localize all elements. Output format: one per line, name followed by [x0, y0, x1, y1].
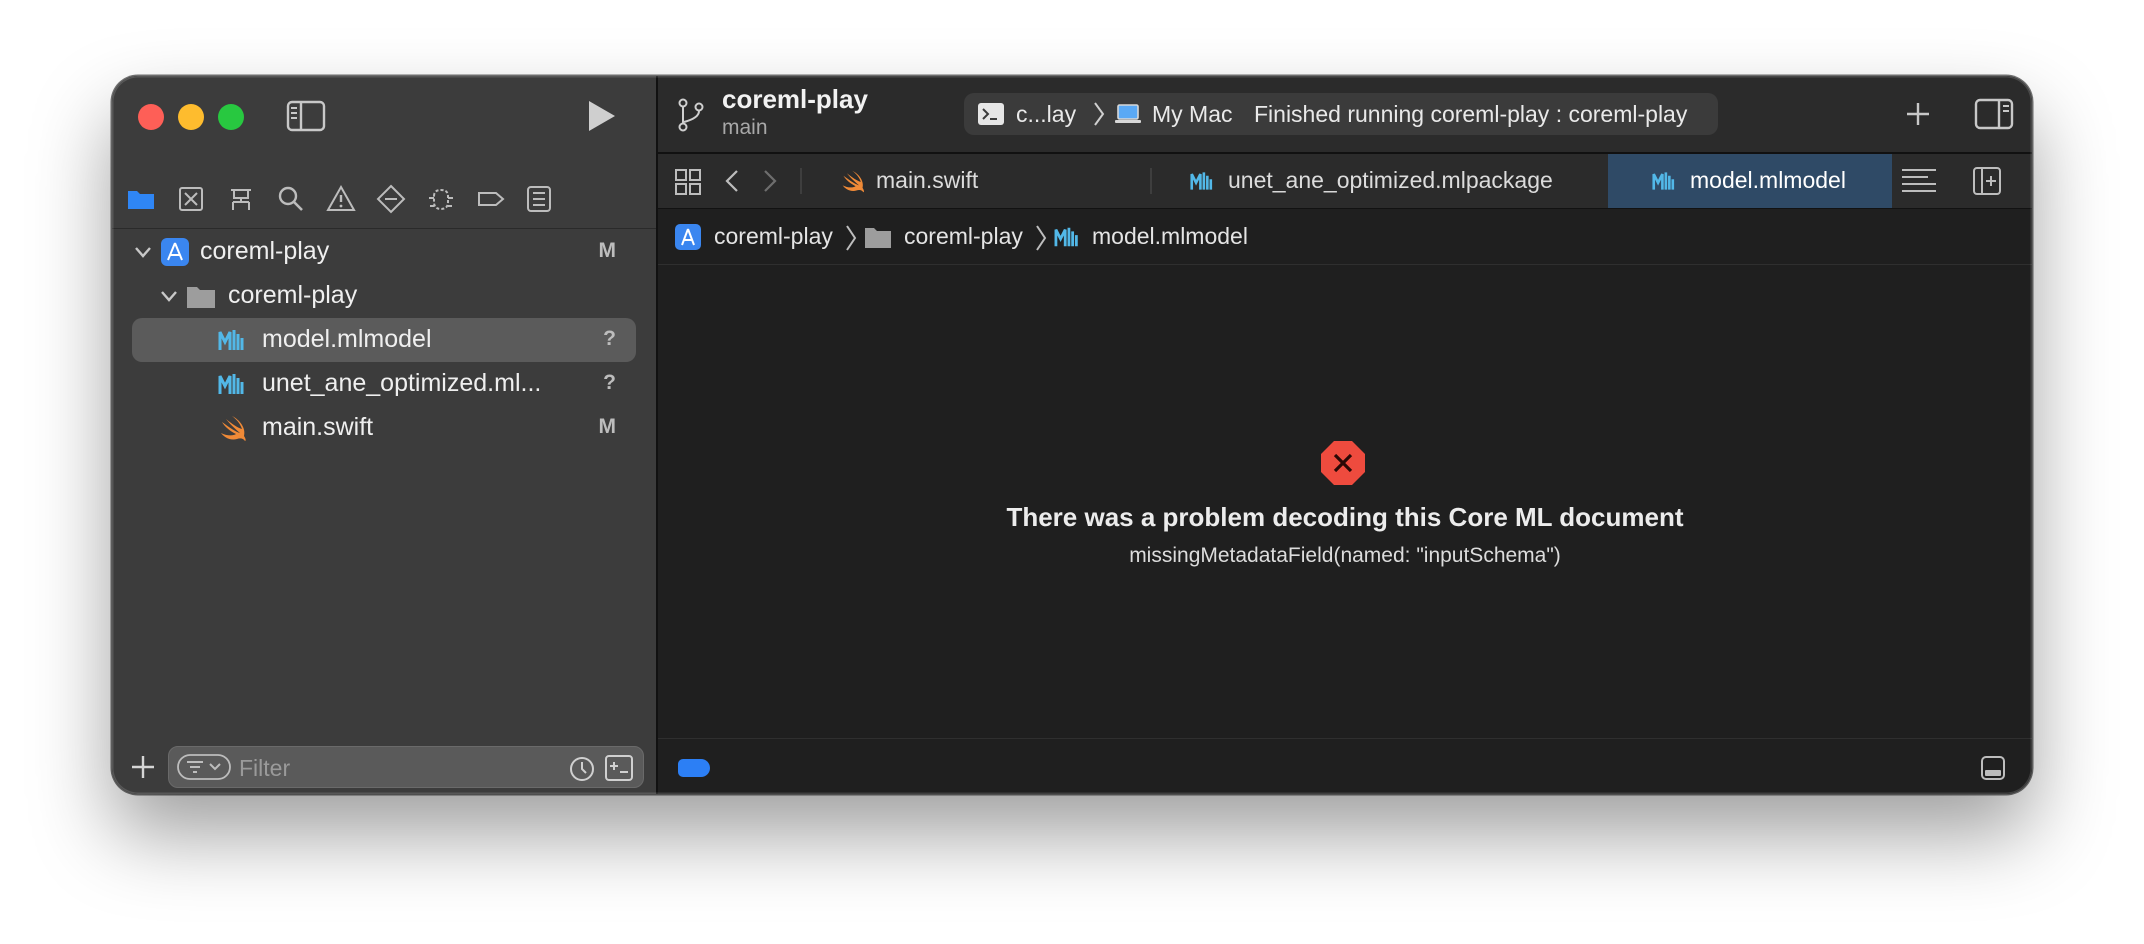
- editor-content: There was a problem decoding this Core M…: [658, 266, 2032, 738]
- chevron-right-icon: [1036, 225, 1047, 251]
- test-icon[interactable]: [376, 184, 406, 214]
- tree-item-project[interactable]: coreml-play M: [132, 230, 636, 274]
- error-icon: [1321, 441, 1365, 485]
- folder-icon[interactable]: [126, 184, 156, 214]
- mlpackage-icon: [1190, 172, 1213, 190]
- scheme-selector[interactable]: c...lay: [1016, 101, 1076, 128]
- navigator-selector-bar: [112, 168, 656, 229]
- app-project-icon: [675, 224, 701, 250]
- chevron-left-icon[interactable]: [722, 168, 742, 194]
- swift-icon: [842, 170, 864, 193]
- debug-icon[interactable]: [426, 184, 456, 214]
- tree-item-label: model.mlmodel: [262, 325, 432, 353]
- chevron-right-icon[interactable]: [760, 168, 780, 194]
- terminal-icon: [978, 103, 1004, 125]
- folder-icon: [865, 228, 891, 248]
- navigator-sidebar: coreml-play M coreml-play model.mlmodel …: [112, 76, 658, 794]
- editor-tab-bar: main.swift unet_ane_optimized.mlpackage …: [658, 154, 2032, 209]
- sidebar-toggle-icon[interactable]: [286, 100, 326, 132]
- branch-icon: [678, 98, 704, 132]
- inspector-toggle-icon[interactable]: [1974, 98, 2014, 130]
- source-control-filter-icon[interactable]: [605, 755, 633, 781]
- scm-status-badge: ?: [603, 371, 616, 394]
- jump-bar-file[interactable]: model.mlmodel: [1092, 223, 1248, 250]
- tree-item-model-mlmodel[interactable]: model.mlmodel ?: [132, 318, 636, 362]
- tab-label: unet_ane_optimized.mlpackage: [1228, 167, 1553, 193]
- mlmodel-icon: [218, 330, 244, 350]
- tab-model-mlmodel[interactable]: model.mlmodel: [1608, 154, 1892, 208]
- mlmodel-icon: [1652, 172, 1675, 190]
- related-items-icon[interactable]: [674, 168, 702, 196]
- navigator-filter-bar: [112, 734, 656, 794]
- recent-files-icon[interactable]: [569, 756, 595, 782]
- tree-item-label: main.swift: [262, 413, 374, 441]
- report-icon[interactable]: [524, 184, 554, 214]
- issue-icon[interactable]: [326, 184, 356, 214]
- zoom-window-button[interactable]: [218, 104, 244, 130]
- run-icon[interactable]: [584, 98, 618, 134]
- xcode-window: coreml-play M coreml-play model.mlmodel …: [112, 76, 2032, 794]
- source-control-icon[interactable]: [176, 184, 206, 214]
- mlpackage-icon: [218, 374, 244, 394]
- chevron-down-icon[interactable]: [158, 285, 180, 307]
- tree-item-unet-mlpackage[interactable]: unet_ane_optimized.ml... ?: [132, 362, 636, 406]
- tab-label: main.swift: [876, 167, 979, 193]
- filter-input[interactable]: [237, 751, 541, 785]
- activity-status-text: Finished running coreml-play : coreml-pl…: [1254, 101, 1688, 127]
- activity-view[interactable]: c...lay My Mac Finished running coreml-p…: [964, 93, 1718, 135]
- jump-bar-group[interactable]: coreml-play: [904, 223, 1023, 250]
- tree-item-main-swift[interactable]: main.swift M: [132, 406, 636, 450]
- editor-status-bar: [658, 738, 2032, 794]
- run-destination-selector[interactable]: My Mac: [1152, 101, 1233, 128]
- debug-area-toggle-icon[interactable]: [1980, 755, 2006, 781]
- scm-status-badge: M: [598, 415, 617, 438]
- jump-bar-project[interactable]: coreml-play: [714, 223, 833, 250]
- project-title: coreml-play: [722, 84, 868, 114]
- search-icon[interactable]: [276, 184, 306, 214]
- window-toolbar: coreml-play main c...lay My Mac Finished…: [658, 76, 2032, 154]
- scm-status-badge: M: [598, 239, 617, 262]
- filter-field[interactable]: [168, 746, 644, 788]
- plus-icon[interactable]: [1904, 100, 1932, 128]
- plus-icon[interactable]: [130, 754, 156, 780]
- laptop-icon: [1115, 104, 1141, 123]
- tree-item-label: coreml-play: [228, 281, 358, 309]
- folder-icon: [187, 287, 215, 308]
- chevron-right-icon: [846, 225, 857, 251]
- scm-status-badge: ?: [603, 327, 616, 350]
- mlmodel-icon: [1054, 227, 1078, 247]
- add-editor-icon[interactable]: [1972, 166, 2002, 196]
- swift-icon: [221, 416, 246, 441]
- minimize-window-button[interactable]: [178, 104, 204, 130]
- breakpoint-icon[interactable]: [476, 184, 506, 214]
- app-project-icon: [161, 238, 189, 266]
- filter-options-icon[interactable]: [177, 754, 231, 780]
- tree-item-group[interactable]: coreml-play: [132, 274, 636, 318]
- tab-main-swift[interactable]: main.swift: [802, 154, 1042, 208]
- chevron-down-icon[interactable]: [132, 241, 154, 263]
- breakpoints-toggle-icon[interactable]: [678, 759, 710, 777]
- chevron-right-icon: [1094, 102, 1105, 126]
- editor-options-icon[interactable]: [1900, 166, 1938, 196]
- branch-name: main: [722, 116, 768, 139]
- jump-bar: coreml-play coreml-play model.mlmodel: [658, 210, 2032, 265]
- tree-item-label: unet_ane_optimized.ml...: [262, 369, 542, 397]
- tab-label: model.mlmodel: [1690, 167, 1846, 193]
- error-title: There was a problem decoding this Core M…: [1006, 502, 1684, 532]
- error-detail: missingMetadataField(named: "inputSchema…: [1129, 544, 1561, 567]
- tree-item-label: coreml-play: [200, 237, 330, 265]
- tab-unet-mlpackage[interactable]: unet_ane_optimized.mlpackage: [1152, 154, 1606, 208]
- symbol-icon[interactable]: [226, 184, 256, 214]
- close-window-button[interactable]: [138, 104, 164, 130]
